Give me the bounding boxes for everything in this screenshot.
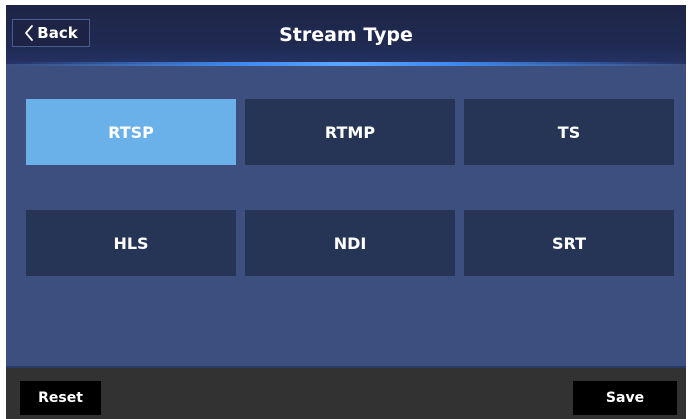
chevron-left-icon [24, 25, 34, 41]
stream-type-screen: Back Stream Type RTSP RTMP TS HLS NDI SR… [6, 5, 686, 419]
back-button[interactable]: Back [12, 19, 90, 47]
back-label: Back [37, 24, 78, 42]
header-bar: Back Stream Type [6, 5, 686, 64]
option-ts-button[interactable]: TS [464, 99, 674, 165]
option-rtmp-button[interactable]: RTMP [245, 99, 455, 165]
option-rtsp-button[interactable]: RTSP [26, 99, 236, 165]
page-title: Stream Type [279, 23, 413, 46]
save-button[interactable]: Save [573, 381, 677, 415]
option-srt-button[interactable]: SRT [464, 210, 674, 276]
reset-button[interactable]: Reset [20, 381, 101, 415]
option-ndi-button[interactable]: NDI [245, 210, 455, 276]
footer-bar: Reset Save [6, 368, 686, 419]
option-hls-button[interactable]: HLS [26, 210, 236, 276]
header-divider [6, 62, 686, 66]
